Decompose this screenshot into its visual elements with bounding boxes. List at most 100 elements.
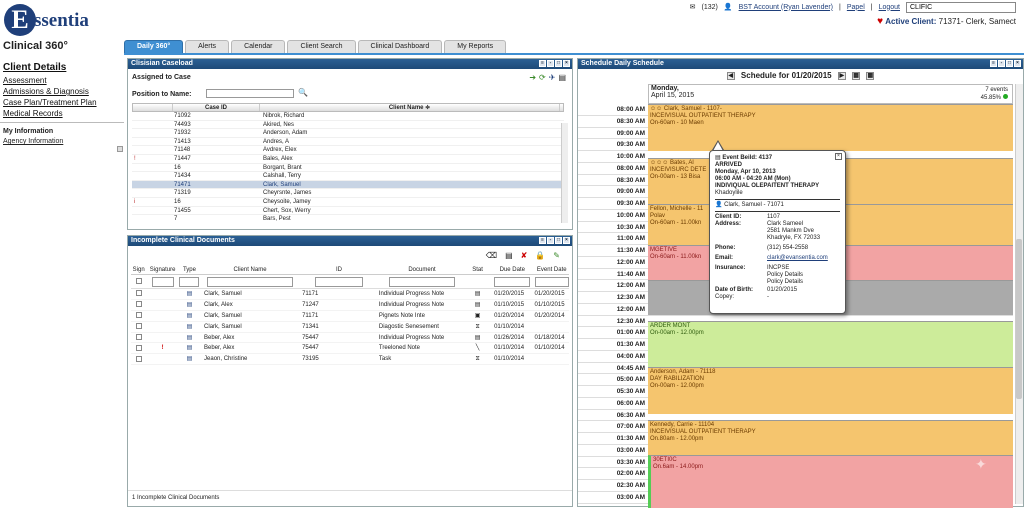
refresh-icon[interactable]: ⟳: [539, 73, 546, 82]
col-id[interactable]: ID: [296, 265, 376, 274]
col-document[interactable]: Document: [376, 265, 465, 274]
table-row[interactable]: ! 71447 Bales, Alex: [132, 155, 564, 164]
id-filter[interactable]: [314, 276, 363, 287]
papel-link[interactable]: Papel: [847, 4, 865, 11]
document-name[interactable]: Pignets Note Inte: [376, 311, 465, 321]
row-checkbox[interactable]: [135, 312, 142, 319]
col-stat[interactable]: Stat: [465, 265, 490, 274]
row-checkbox[interactable]: [135, 333, 142, 340]
logout-link[interactable]: Logout: [879, 4, 900, 11]
prev-day-button[interactable]: ◀: [726, 71, 735, 80]
table-row[interactable]: 7 Bars, Pest: [132, 215, 564, 223]
table-row[interactable]: 71455 Chert, Sox, Werry: [132, 207, 564, 216]
panel-menu-icon[interactable]: ≡: [539, 60, 546, 67]
panel-close-icon[interactable]: ×: [563, 60, 570, 67]
col-sign[interactable]: Sign: [131, 265, 146, 274]
appointment[interactable]: Anderson, Adam - 71118 DAY RABILIZATION On…: [648, 367, 1013, 414]
document-name[interactable]: Treeloned Note: [376, 343, 465, 353]
event-date-filter[interactable]: [534, 276, 569, 287]
essentia-logo[interactable]: E ssentia: [4, 4, 124, 40]
nav-collapse-toggle[interactable]: [117, 146, 123, 152]
panel-minimize-icon[interactable]: -: [547, 237, 554, 244]
tab-my-reports[interactable]: My Reports: [444, 40, 507, 53]
document-name[interactable]: Individual Progress Note: [376, 289, 465, 299]
next-day-button[interactable]: ▶: [837, 71, 846, 80]
row-checkbox[interactable]: [135, 301, 142, 308]
col-signature[interactable]: Signature: [146, 265, 179, 274]
table-row[interactable]: ▤ Clark, Alex 71247 Individual Progress Not…: [131, 300, 569, 311]
tab-alerts[interactable]: Alerts: [185, 40, 230, 53]
col-event-date[interactable]: Event Date: [531, 265, 570, 274]
document-name[interactable]: Individual Progress Note: [376, 333, 465, 343]
export-icon[interactable]: ▤: [505, 251, 513, 260]
tab-calendar[interactable]: Calendar: [231, 40, 286, 53]
document-icon[interactable]: ▤: [558, 73, 566, 82]
tab-daily-360[interactable]: Daily 360°: [124, 40, 184, 53]
nav-assessment[interactable]: Assessment: [3, 76, 47, 85]
table-row[interactable]: i 16 Cheysoite, Jamey: [132, 198, 564, 207]
table-row[interactable]: ▤ Beber, Alex 75447 Individual Progress Not…: [131, 333, 569, 344]
panel-maximize-icon[interactable]: □: [555, 237, 562, 244]
document-filter[interactable]: [389, 276, 456, 287]
table-row[interactable]: ▤ Clark, Samuel 71341 Diagostic Senesement ⧖…: [131, 322, 569, 333]
panel-minimize-icon[interactable]: -: [547, 60, 554, 67]
appointment[interactable]: ARDER MONT On-00am - 12.00pm: [648, 321, 1013, 367]
type-filter[interactable]: [179, 276, 200, 287]
client-search-input[interactable]: [906, 1, 1016, 13]
eraser-icon[interactable]: ⌫: [486, 251, 497, 260]
col-case-id[interactable]: Case ID: [173, 104, 260, 111]
select-all-checkbox[interactable]: [135, 278, 142, 285]
nav-title[interactable]: Client Details: [3, 62, 66, 73]
due-date-filter[interactable]: [494, 276, 531, 287]
row-checkbox[interactable]: [135, 344, 142, 351]
client-name-filter[interactable]: [207, 276, 294, 287]
panel-menu-icon[interactable]: ≡: [990, 60, 997, 67]
table-row[interactable]: 74493 Akired, Nes: [132, 121, 564, 130]
table-row[interactable]: ▤ Jeaon, Christine 73195 Task ⧖ 01/10/2014: [131, 354, 569, 366]
table-row[interactable]: ! ▤ Beber, Alex 75447 Treeloned Note ╲ 01/10/2…: [131, 343, 569, 355]
tab-clinical-dashboard[interactable]: Clinical Dashboard: [357, 40, 443, 53]
table-row[interactable]: ▤ Clark, Samuel 71171 Pignets Note Inte ▣ 01/…: [131, 311, 569, 322]
appointment[interactable]: ☺☺ Clark, Samuel - 1107- INCEIVISUAL OUTP…: [648, 104, 1013, 151]
popup-close-icon[interactable]: ×: [835, 153, 842, 160]
nav-case-plan[interactable]: Case Plan/Treatment Plan: [3, 98, 97, 107]
table-row[interactable]: 16 Borgant, Brant: [132, 164, 564, 173]
clear-filter-icon[interactable]: ✘: [521, 251, 528, 260]
popup-policy-2[interactable]: Policy Details: [767, 279, 803, 286]
table-row[interactable]: 71434 Calshall, Terry: [132, 172, 564, 181]
popup-policy-1[interactable]: Policy Details: [767, 272, 803, 279]
document-name[interactable]: Diagostic Senesement: [376, 322, 465, 332]
col-client-name[interactable]: Client Name ≑: [260, 104, 560, 111]
mail-icon[interactable]: ✉: [690, 3, 696, 11]
appointment[interactable]: Kennedy, Carrie - 11104 INCEIVISUAL OUTPA…: [648, 420, 1013, 455]
row-checkbox[interactable]: [135, 290, 142, 297]
col-type[interactable]: Type: [179, 265, 200, 274]
schedule-scroll-thumb[interactable]: [1016, 239, 1022, 399]
popup-email-link[interactable]: clark@evansentia.com: [767, 255, 828, 262]
panel-minimize-icon[interactable]: -: [998, 60, 1005, 67]
position-to-name-input[interactable]: [206, 89, 294, 98]
sign-icon[interactable]: ✎: [553, 251, 560, 260]
appointment[interactable]: 30ETI0C On.6am - 14.00pm: [648, 455, 1013, 508]
table-row[interactable]: ▤ Clark, Samuel 71171 Individual Progress N…: [131, 289, 569, 300]
table-row[interactable]: 71471 Clark, Samuel: [132, 180, 564, 190]
panel-maximize-icon[interactable]: □: [555, 60, 562, 67]
table-row[interactable]: 71932 Anderson, Adam: [132, 129, 564, 138]
panel-maximize-icon[interactable]: □: [1006, 60, 1013, 67]
tab-client-search[interactable]: Client Search: [287, 40, 356, 53]
table-row[interactable]: 71092 Nibrok, Richard: [132, 112, 564, 121]
row-checkbox[interactable]: [135, 323, 142, 330]
table-row[interactable]: 71413 Andres, A: [132, 138, 564, 147]
pin-icon[interactable]: ✈: [549, 73, 556, 82]
row-checkbox[interactable]: [135, 355, 142, 362]
signature-filter[interactable]: [151, 276, 174, 287]
nav-agency-information[interactable]: Agency Information: [3, 138, 63, 145]
search-icon[interactable]: 🔍: [298, 88, 308, 97]
lock-icon[interactable]: 🔒: [535, 251, 545, 260]
forward-icon[interactable]: ➔: [529, 73, 536, 82]
col-client-name[interactable]: Client Name: [200, 265, 296, 274]
document-name[interactable]: Task: [376, 354, 465, 364]
nav-medical-records[interactable]: Medical Records: [3, 109, 63, 118]
account-link[interactable]: BST Account (Ryan Lavender): [739, 4, 833, 11]
table-row[interactable]: 71148 Avdrex, Elex: [132, 146, 564, 155]
